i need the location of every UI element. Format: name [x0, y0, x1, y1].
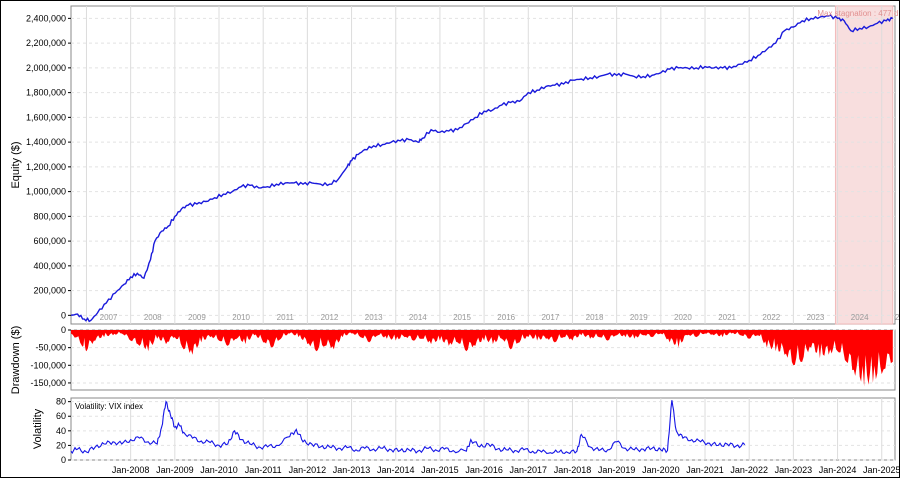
- date-tick-label: Jan-2017: [510, 465, 548, 475]
- year-label: 2018: [586, 313, 604, 322]
- year-label: 2010: [232, 313, 250, 322]
- volatility-tick-label: 0: [61, 455, 66, 465]
- date-tick-label: Jan-2022: [730, 465, 768, 475]
- year-label: 2023: [807, 313, 825, 322]
- year-label: 2013: [365, 313, 383, 322]
- backtest-chart: 0 200,000 400,000 600,000 800,000 1,000,000 1,…: [10, 5, 900, 475]
- equity-plot-area: [70, 5, 896, 325]
- equity-tick-label: 1,000,000: [26, 187, 66, 197]
- equity-tick-label: 1,400,000: [26, 137, 66, 147]
- year-label: 2017: [541, 313, 559, 322]
- equity-tick-label: 800,000: [33, 211, 66, 221]
- year-label: 2015: [453, 313, 471, 322]
- equity-axis-title: Equity ($): [10, 141, 22, 188]
- year-label: 2012: [321, 313, 339, 322]
- equity-tick-label: 1,200,000: [26, 162, 66, 172]
- equity-panel: 0 200,000 400,000 600,000 800,000 1,000,000 1,…: [10, 5, 900, 325]
- date-tick-label: Jan-2024: [819, 465, 857, 475]
- volatility-panel: 0 20 40 60 80 Jan-2008 Jan-2009 Jan-2010 Jan-20…: [32, 397, 900, 475]
- year-label: 2024: [851, 313, 869, 322]
- equity-tick-label: 600,000: [33, 236, 66, 246]
- year-label: 2020: [674, 313, 692, 322]
- date-tick-label: Jan-2021: [686, 465, 724, 475]
- date-tick-label: Jan-2011: [245, 465, 282, 475]
- year-label: 2016: [497, 313, 515, 322]
- drawdown-tick-label: -50,000: [35, 343, 66, 353]
- date-tick-label: Jan-2010: [200, 465, 238, 475]
- year-label: 2007: [100, 313, 118, 322]
- date-tick-label: Jan-2014: [377, 465, 415, 475]
- date-tick-label: Jan-2009: [156, 465, 194, 475]
- equity-tick-label: 400,000: [33, 261, 66, 271]
- year-label: 2019: [630, 313, 648, 322]
- stagnation-annotation: Max stagnation : 477 d: [817, 9, 898, 18]
- equity-tick-label: 1,800,000: [26, 88, 66, 98]
- equity-tick-label: 0: [61, 310, 66, 320]
- volatility-tick-label: 40: [56, 426, 66, 436]
- drawdown-tick-label: 0: [61, 325, 66, 335]
- drawdown-tick-label: -150,000: [30, 378, 66, 388]
- equity-tick-label: 2,200,000: [26, 38, 66, 48]
- drawdown-tick-label: -100,000: [30, 360, 66, 370]
- drawdown-panel: 0 -50,000 -100,000 -150,000 Drawdown ($): [10, 325, 896, 394]
- equity-tick-label: 1,600,000: [26, 112, 66, 122]
- date-tick-label: Jan-2025: [863, 465, 899, 475]
- year-label: 2025: [895, 313, 899, 322]
- date-tick-label: Jan-2015: [421, 465, 459, 475]
- year-label: 2008: [144, 313, 162, 322]
- date-tick-label: Jan-2013: [333, 465, 371, 475]
- year-label: 2011: [277, 313, 295, 322]
- year-label: 2014: [409, 313, 427, 322]
- chart-frame: 0 200,000 400,000 600,000 800,000 1,000,000 1,…: [0, 0, 900, 478]
- date-tick-label: Jan-2020: [642, 465, 680, 475]
- volatility-tick-label: 80: [56, 397, 66, 407]
- equity-tick-label: 2,000,000: [26, 63, 66, 73]
- date-tick-label: Jan-2008: [112, 465, 150, 475]
- date-tick-label: Jan-2023: [775, 465, 813, 475]
- stagnation-band: [834, 5, 894, 325]
- equity-tick-label: 2,400,000: [26, 13, 66, 23]
- volatility-tick-label: 20: [56, 440, 66, 450]
- volatility-axis-title: Volatility: [32, 408, 44, 449]
- year-label: 2021: [718, 313, 736, 322]
- year-label: 2022: [762, 313, 780, 322]
- volatility-tick-label: 60: [56, 411, 66, 421]
- date-tick-label: Jan-2018: [554, 465, 592, 475]
- date-tick-label: Jan-2016: [465, 465, 503, 475]
- date-tick-label: Jan-2019: [598, 465, 636, 475]
- volatility-plot-area: [70, 397, 896, 461]
- volatility-panel-title: Volatility: VIX index: [75, 402, 143, 411]
- year-label: 2009: [188, 313, 206, 322]
- drawdown-axis-title: Drawdown ($): [10, 326, 22, 394]
- equity-tick-label: 200,000: [33, 286, 66, 296]
- date-tick-label: Jan-2012: [289, 465, 327, 475]
